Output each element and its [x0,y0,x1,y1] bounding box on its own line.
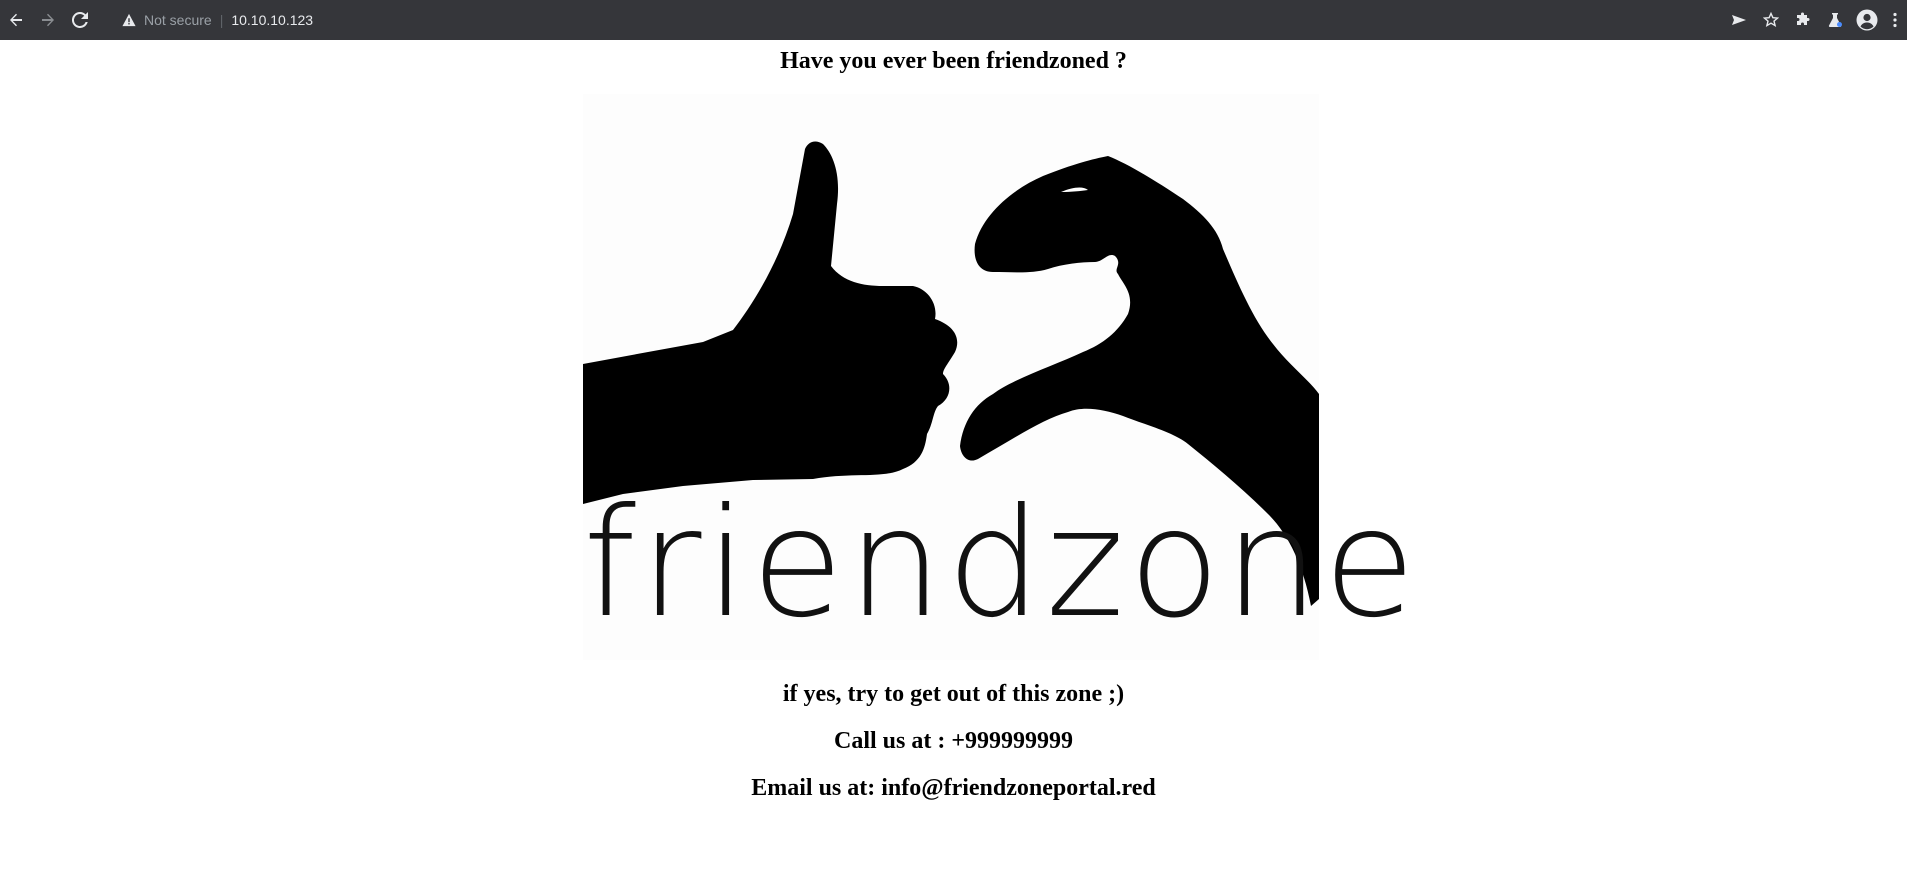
toolbar-actions [1723,0,1907,40]
url-text[interactable]: 10.10.10.123 [231,12,313,28]
star-icon [1763,12,1779,28]
friendzone-logo-image: friendzone [583,94,1420,660]
logo-wordmark: friendzone [583,477,1420,651]
page-content: Have you ever been friendzoned ? friendz… [0,40,1907,877]
arrow-left-icon [10,13,22,27]
labs-button[interactable] [1819,4,1851,36]
forward-button[interactable] [32,4,64,36]
omnibox-separator: | [219,12,224,28]
flask-icon [1828,13,1842,28]
puzzle-piece-icon [1797,12,1810,25]
bookmark-button[interactable] [1755,4,1787,36]
send-arrow-icon [1732,15,1746,25]
arrow-right-icon [42,13,54,27]
reload-icon [72,12,88,28]
three-dots-vertical-icon [1893,12,1897,28]
phone-text: Call us at : +999999999 [833,728,1073,754]
security-status[interactable]: Not secure [144,12,212,28]
extensions-button[interactable] [1787,4,1819,36]
back-button[interactable] [0,4,32,36]
tagline-text: if yes, try to get out of this zone ;) [782,681,1125,707]
reload-button[interactable] [64,4,96,36]
address-bar[interactable]: Not secure | 10.10.10.123 [122,5,313,35]
browser-toolbar: Not secure | 10.10.10.123 [0,0,1907,40]
send-button[interactable] [1723,4,1755,36]
warning-triangle-icon [122,13,136,27]
profile-button[interactable] [1851,4,1883,36]
menu-button[interactable] [1883,4,1907,36]
page-heading: Have you ever been friendzoned ? [780,48,1127,74]
email-text: Email us at: info@friendzoneportal.red [751,775,1156,801]
account-circle-icon [1856,9,1878,31]
